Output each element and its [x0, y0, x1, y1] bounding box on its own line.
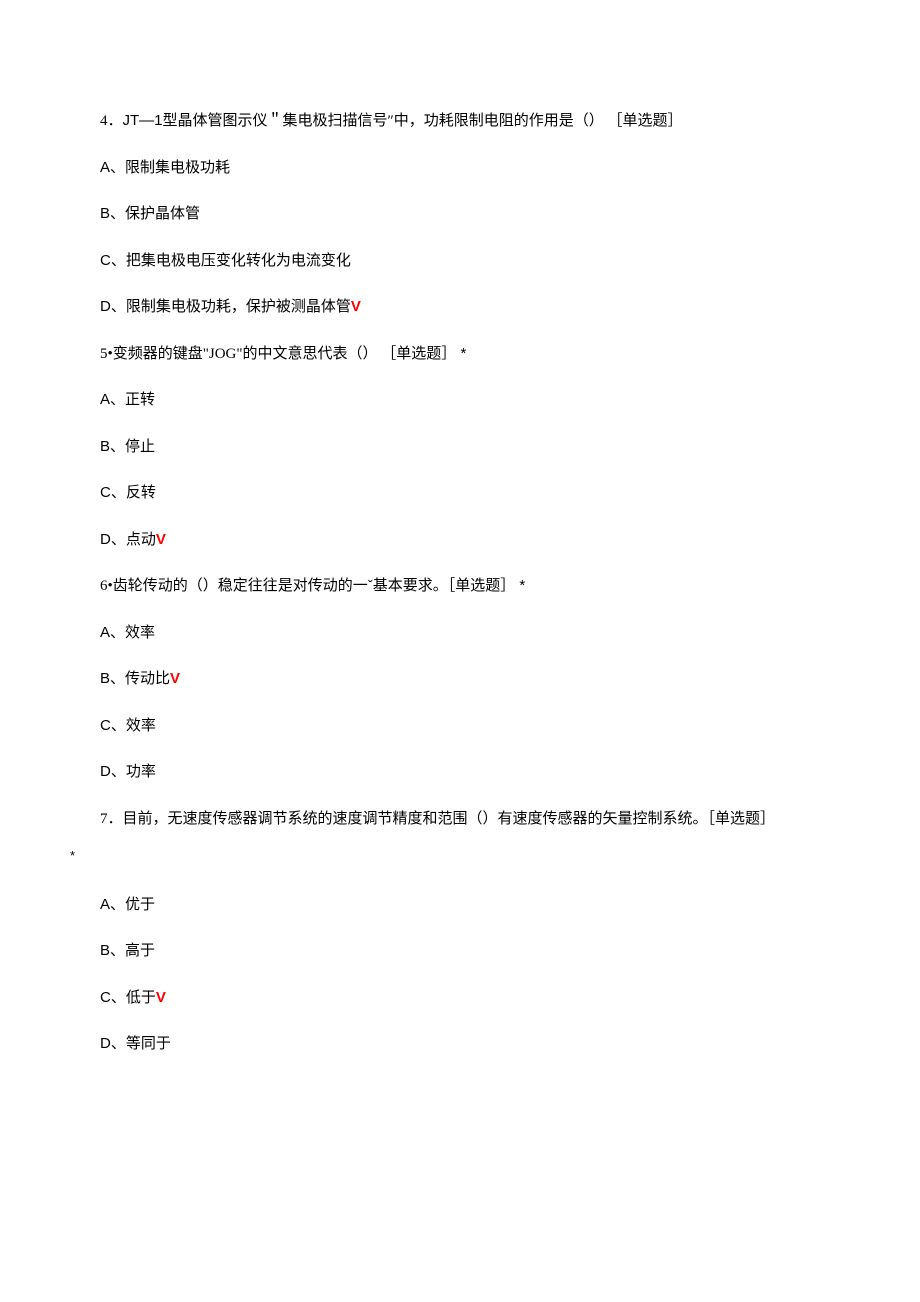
option-label: B — [100, 670, 110, 687]
option-D[interactable]: D、点动V — [100, 529, 825, 552]
required-star-line: * — [70, 846, 825, 866]
question-text: 7．目前，无速度传感器调节系统的速度调节精度和范围（）有速度传感器的矢量控制系统… — [100, 808, 825, 831]
option-text: 、优于 — [110, 897, 155, 913]
question-4: 4．JT—1型晶体管图示仪＂集电极扫描信号″中，功耗限制电阻的作用是（） ［单选… — [100, 110, 825, 319]
option-text: 、高于 — [110, 943, 155, 959]
option-text: 、低于 — [111, 990, 156, 1006]
option-label: D — [100, 1035, 111, 1052]
option-text: 、效率 — [111, 718, 156, 734]
option-D[interactable]: D、功率 — [100, 761, 825, 784]
option-text: 、效率 — [110, 625, 155, 641]
option-A[interactable]: A、效率 — [100, 622, 825, 645]
option-text: 、限制集电极功耗，保护被测晶体管 — [111, 299, 351, 315]
option-C[interactable]: C、反转 — [100, 482, 825, 505]
checkmark-icon: V — [170, 670, 180, 687]
option-C[interactable]: C、把集电极电压变化转化为电流变化 — [100, 250, 825, 273]
question-number: 5• — [100, 346, 113, 362]
option-D[interactable]: D、等同于 — [100, 1033, 825, 1056]
option-B[interactable]: B、停止 — [100, 436, 825, 459]
question-number: 6• — [100, 578, 113, 594]
option-text: 、等同于 — [111, 1036, 171, 1052]
option-text: 、正转 — [110, 392, 155, 408]
question-number: 7． — [100, 811, 123, 827]
option-label: C — [100, 484, 111, 501]
option-label: C — [100, 989, 111, 1006]
question-stem: 齿轮传动的（）稳定往往是对传动的一ˇ基本要求。［单选题］ — [113, 578, 516, 594]
question-6: 6•齿轮传动的（）稳定往往是对传动的一ˇ基本要求。［单选题］ *A、效率B、传动… — [100, 575, 825, 784]
option-A[interactable]: A、优于 — [100, 894, 825, 917]
question-latin: JT—1 — [123, 112, 163, 129]
question-number: 4． — [100, 113, 123, 129]
option-C[interactable]: C、低于V — [100, 987, 825, 1010]
option-A[interactable]: A、限制集电极功耗 — [100, 157, 825, 180]
option-B[interactable]: B、保护晶体管 — [100, 203, 825, 226]
option-label: C — [100, 717, 111, 734]
question-stem: 变频器的键盘"JOG"的中文意思代表（） ［单选题］ — [113, 346, 457, 362]
option-text: 、保护晶体管 — [110, 206, 200, 222]
option-label: A — [100, 391, 110, 408]
option-label: B — [100, 438, 110, 455]
option-D[interactable]: D、限制集电极功耗，保护被测晶体管V — [100, 296, 825, 319]
option-label: D — [100, 531, 111, 548]
option-text: 、反转 — [111, 485, 156, 501]
option-B[interactable]: B、高于 — [100, 940, 825, 963]
question-5: 5•变频器的键盘"JOG"的中文意思代表（） ［单选题］ *A、正转B、停止C、… — [100, 343, 825, 552]
option-text: 、把集电极电压变化转化为电流变化 — [111, 253, 351, 269]
question-text: 5•变频器的键盘"JOG"的中文意思代表（） ［单选题］ * — [100, 343, 825, 366]
option-label: A — [100, 624, 110, 641]
question-stem: 目前，无速度传感器调节系统的速度调节精度和范围（）有速度传感器的矢量控制系统。［… — [123, 811, 776, 827]
question-text: 4．JT—1型晶体管图示仪＂集电极扫描信号″中，功耗限制电阻的作用是（） ［单选… — [100, 110, 825, 133]
required-star: * — [515, 577, 525, 594]
question-stem: 型晶体管图示仪＂集电极扫描信号″中，功耗限制电阻的作用是（） ［单选题］ — [163, 113, 683, 129]
option-text: 、点动 — [111, 532, 156, 548]
required-star: * — [456, 345, 466, 362]
question-text: 6•齿轮传动的（）稳定往往是对传动的一ˇ基本要求。［单选题］ * — [100, 575, 825, 598]
option-label: D — [100, 763, 111, 780]
option-text: 、停止 — [110, 439, 155, 455]
option-C[interactable]: C、效率 — [100, 715, 825, 738]
option-text: 、限制集电极功耗 — [110, 160, 230, 176]
option-label: B — [100, 205, 110, 222]
checkmark-icon: V — [156, 531, 166, 548]
option-label: A — [100, 159, 110, 176]
question-7: 7．目前，无速度传感器调节系统的速度调节精度和范围（）有速度传感器的矢量控制系统… — [100, 808, 825, 1056]
option-label: B — [100, 942, 110, 959]
option-text: 、传动比 — [110, 671, 170, 687]
option-label: C — [100, 252, 111, 269]
option-label: D — [100, 298, 111, 315]
option-text: 、功率 — [111, 764, 156, 780]
option-B[interactable]: B、传动比V — [100, 668, 825, 691]
option-label: A — [100, 896, 110, 913]
checkmark-icon: V — [156, 989, 166, 1006]
option-A[interactable]: A、正转 — [100, 389, 825, 412]
checkmark-icon: V — [351, 298, 361, 315]
